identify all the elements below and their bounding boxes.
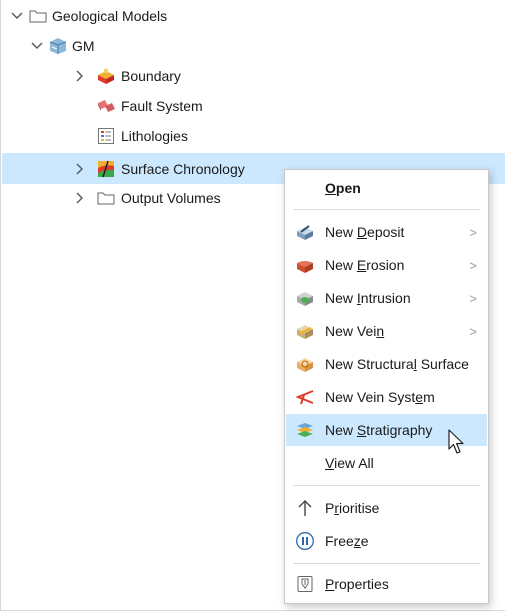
menu-item-new-vein-system[interactable]: New Vein System [286,381,487,413]
tree-item-label: Geological Models [52,8,168,24]
menu-item-label: New Erosion [325,257,405,273]
menu-item-label: Open [325,180,361,196]
tree-item-label: GM [72,38,95,54]
menu-item-label: New Structural Surface [325,356,469,372]
submenu-arrow-icon: > [469,323,477,339]
geomodel-icon [48,36,68,56]
menu-separator [293,485,480,486]
chevron-right-icon[interactable] [71,160,89,178]
tree-item-gm[interactable]: GM [2,31,505,61]
fault-system-icon [96,96,116,116]
deposit-icon [295,222,315,242]
tree-item-geological-models[interactable]: Geological Models [2,1,505,31]
surface-chronology-icon [96,159,116,179]
erosion-icon [295,255,315,275]
menu-separator [293,563,480,564]
menu-item-prioritise[interactable]: Prioritise [286,492,487,524]
menu-item-new-erosion[interactable]: New Erosion > [286,249,487,281]
arrow-up-icon [295,498,315,518]
menu-separator [293,209,480,210]
pause-circle-icon [295,531,315,551]
tree-item-label: Surface Chronology [121,160,245,177]
menu-item-new-vein[interactable]: New Vein > [286,315,487,347]
menu-item-label: View All [325,455,374,471]
intrusion-icon [295,288,315,308]
menu-item-label: Properties [325,576,389,592]
menu-item-new-structural-surface[interactable]: New Structural Surface [286,348,487,380]
structural-surface-icon [295,354,315,374]
menu-item-label: New Stratigraphy [325,422,433,438]
menu-item-label: New Vein [325,323,385,339]
chevron-down-icon[interactable] [28,37,46,55]
stratigraphy-icon [295,420,315,440]
submenu-arrow-icon: > [469,290,477,306]
mouse-pointer-icon [447,429,467,455]
menu-item-label: New Intrusion [325,290,411,306]
boundary-icon [96,66,116,86]
chevron-down-icon[interactable] [8,7,26,25]
chevron-right-icon[interactable] [71,189,89,207]
tree-item-label: Lithologies [121,128,188,144]
folder-icon [28,6,48,26]
menu-item-label: Prioritise [325,500,380,516]
submenu-arrow-icon: > [469,257,477,273]
tree-item-label: Output Volumes [121,190,221,206]
vein-system-icon [295,387,315,407]
tree-item-boundary[interactable]: Boundary [2,61,505,91]
folder-icon [96,188,116,208]
vein-icon [295,321,315,341]
menu-item-freeze[interactable]: Freeze [286,525,487,557]
menu-item-open[interactable]: Open [286,172,487,204]
submenu-arrow-icon: > [469,224,477,240]
properties-icon [295,574,315,594]
menu-item-label: New Vein System [325,389,435,405]
menu-item-label: New Deposit [325,224,405,240]
chevron-right-icon[interactable] [71,67,89,85]
tree-item-fault-system[interactable]: Fault System [2,91,505,121]
context-menu: Open New Deposit > New Erosion > New Int… [284,169,489,604]
menu-item-label: Freeze [325,533,369,549]
tree-item-label: Fault System [121,98,203,114]
menu-item-new-intrusion[interactable]: New Intrusion > [286,282,487,314]
menu-item-properties[interactable]: Properties [286,568,487,600]
tree-item-label: Boundary [121,68,181,84]
menu-item-new-deposit[interactable]: New Deposit > [286,216,487,248]
lithologies-icon [96,126,116,146]
tree-item-lithologies[interactable]: Lithologies [2,121,505,151]
